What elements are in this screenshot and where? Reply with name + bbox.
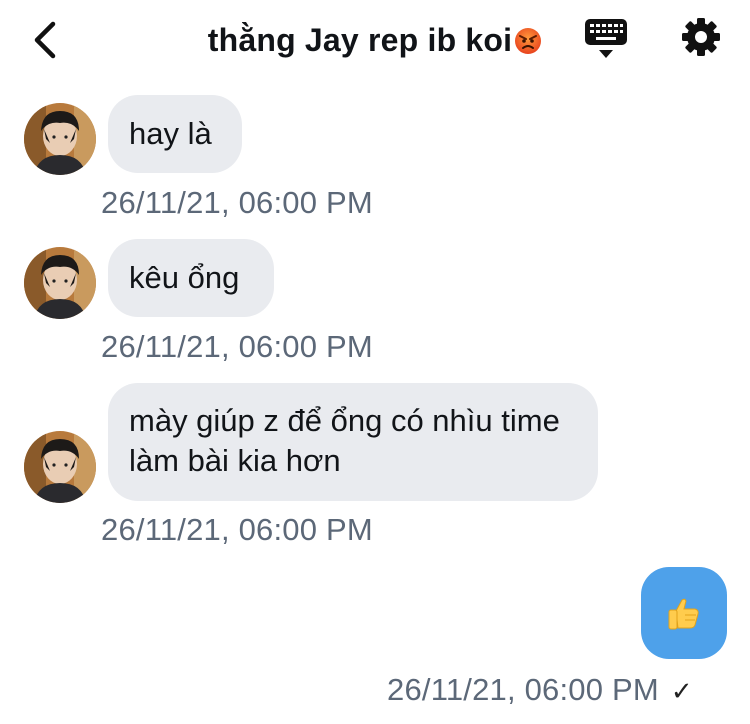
avatar-image [24,431,96,503]
thumbs-up-emoji [668,598,699,630]
avatar[interactable] [24,103,96,175]
message-text: hay là [129,116,212,151]
message-text: mày giúp z để ổng có nhìu time làm bài k… [129,403,560,478]
avatar[interactable] [24,431,96,503]
avatar[interactable] [24,247,96,319]
avatar-image [24,247,96,319]
keyboard-icon [585,19,627,58]
message-timestamp: 26/11/21, 06:00 PM [101,329,373,364]
outgoing-timestamp: 26/11/21, 06:00 PM ✓ [387,672,693,708]
chat-header: thằng Jay rep ib koi [0,0,750,84]
outgoing-message-bubble[interactable] [641,567,727,659]
angry-face-emoji [515,28,542,54]
message-timestamp: 26/11/21, 06:00 PM [101,512,373,547]
outgoing-timestamp-text: 26/11/21, 06:00 PM [387,672,659,707]
message-bubble[interactable]: kêu ổng [108,239,274,317]
chat-title-text: thằng Jay rep ib koi [207,22,513,58]
message-timestamp: 26/11/21, 06:00 PM [101,185,373,220]
message-text: kêu ổng [129,260,240,295]
keyboard-button[interactable] [582,14,630,62]
message-bubble[interactable]: mày giúp z để ổng có nhìu time làm bài k… [108,383,598,501]
settings-button[interactable] [678,14,724,60]
chat-title: thằng Jay rep ib koi [0,22,750,59]
sent-status-check: ✓ [670,676,693,706]
message-bubble[interactable]: hay là [108,95,242,173]
avatar-image [24,103,96,175]
gear-icon [682,18,720,56]
